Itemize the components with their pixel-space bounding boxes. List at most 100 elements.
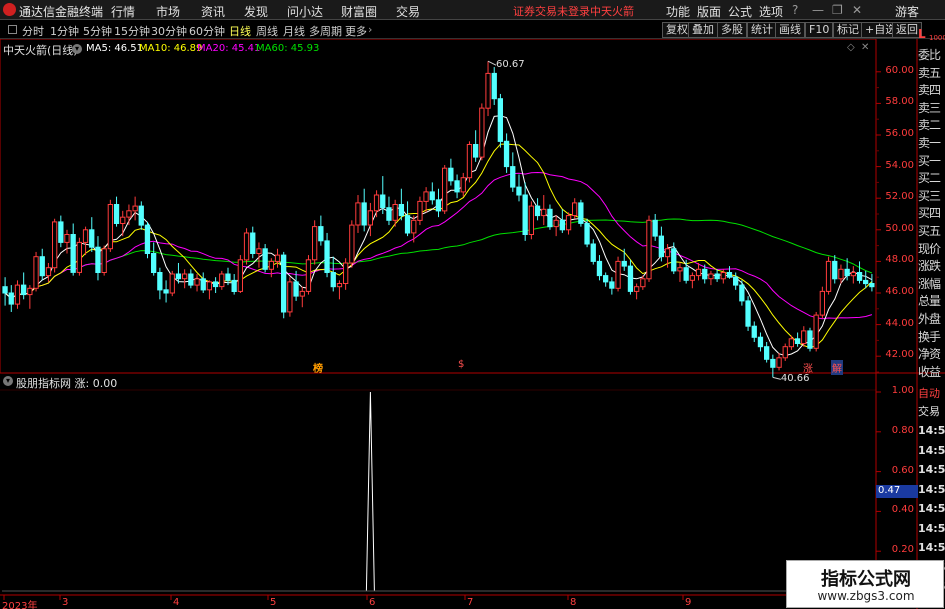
- restore-icon[interactable]: ❐: [832, 3, 843, 17]
- auto-label[interactable]: 自动: [918, 385, 945, 401]
- price-tick-label: 58.00: [885, 96, 914, 108]
- statistics-button[interactable]: 统计: [747, 22, 777, 38]
- candle-body: [250, 232, 256, 254]
- candle-body: [411, 219, 417, 234]
- candle-body: [733, 276, 739, 286]
- overlay-button[interactable]: 叠加: [688, 22, 718, 38]
- cursor-value-tag: 0.47: [876, 485, 918, 498]
- candle-body: [590, 243, 596, 262]
- candle-body: [132, 205, 138, 212]
- quote-field-label: 收益: [918, 364, 941, 379]
- candle-body: [553, 219, 559, 228]
- tab-period-5min[interactable]: 5分钟: [83, 23, 112, 39]
- menu-discover[interactable]: 发现: [244, 3, 268, 20]
- candle-body: [801, 330, 807, 344]
- trade-detail-label[interactable]: 交易: [918, 403, 945, 419]
- x-axis-month-5: 5: [270, 597, 277, 608]
- menu-options[interactable]: 选项: [759, 3, 783, 20]
- tab-period-multi[interactable]: 多周期: [309, 23, 342, 39]
- price-tick-label: 42.00: [885, 349, 914, 361]
- tab-period-daily[interactable]: 日线: [229, 23, 251, 39]
- low-price-mark: 40.66: [780, 373, 810, 385]
- ma5-line: [4, 115, 873, 357]
- candle-body: [825, 260, 832, 292]
- tab-period-intraday[interactable]: 分时: [22, 23, 44, 39]
- guest-label[interactable]: 游客: [895, 3, 919, 20]
- mark-button[interactable]: 标记: [833, 22, 863, 38]
- candle-body: [856, 272, 863, 281]
- candle-body: [89, 229, 95, 248]
- candle-body: [460, 177, 466, 193]
- x-axis-ticks: [3, 595, 684, 600]
- tab-period-60min[interactable]: 60分钟: [189, 23, 225, 39]
- help-icon[interactable]: ?: [792, 3, 798, 17]
- candle-body: [380, 194, 386, 209]
- ma20-value: MA20: 45.41: [197, 43, 261, 54]
- tab-period-15min[interactable]: 15分钟: [114, 23, 150, 39]
- menu-quotes[interactable]: 行情: [111, 3, 135, 20]
- candle-body: [225, 273, 231, 281]
- more-chevron-icon[interactable]: ›: [368, 23, 372, 36]
- candle-body: [442, 167, 448, 212]
- candle-body: [584, 223, 590, 245]
- limit-up-marker[interactable]: 涨: [803, 360, 813, 375]
- x-axis-month-8: 8: [570, 597, 577, 608]
- tab-period-weekly[interactable]: 周线: [256, 23, 278, 39]
- draw-line-button[interactable]: 画线: [775, 22, 805, 38]
- watermark-title: 指标公式网: [821, 569, 911, 590]
- quote-field-label: 现价: [918, 241, 941, 256]
- candle-body: [603, 275, 609, 283]
- candle-body: [658, 235, 665, 258]
- quote-field-label: 买三: [918, 188, 941, 203]
- period-toolbar: 分时 1分钟 5分钟 15分钟 30分钟 60分钟 日线 周线 月线 多周期 更…: [0, 21, 945, 39]
- indicator-tick-label: 0.80: [891, 424, 914, 436]
- menu-layout[interactable]: 版面: [697, 3, 721, 20]
- expand-diamond-icon[interactable]: ◇: [847, 42, 855, 53]
- panel-close-icon[interactable]: ✕: [861, 42, 869, 53]
- tab-period-1min[interactable]: 1分钟: [50, 23, 79, 39]
- title-bar: 通达信金融终端 行情 市场 资讯 发现 问小达 财富圈 交易 证券交易未登录 中…: [0, 0, 945, 20]
- menu-trade[interactable]: 交易: [396, 3, 420, 20]
- ma-settings-icon[interactable]: ▾: [72, 44, 82, 54]
- x-axis-month-4: 4: [173, 597, 180, 608]
- candle-body: [2, 286, 8, 294]
- candle-body: [33, 256, 39, 289]
- kline-chart[interactable]: [0, 0, 945, 609]
- menu-function[interactable]: 功能: [666, 3, 690, 20]
- candle-body: [863, 279, 869, 285]
- menu-market[interactable]: 市场: [156, 3, 180, 20]
- price-tick-label: 60.00: [885, 64, 914, 76]
- rank-marker[interactable]: 榜: [313, 360, 323, 375]
- f10-button[interactable]: F10: [805, 22, 834, 38]
- dollar-marker[interactable]: $: [458, 359, 464, 370]
- candle-body: [243, 232, 250, 261]
- ma5-path: [4, 115, 873, 357]
- quote-field-label: 卖四: [918, 83, 941, 98]
- candle-body: [850, 272, 857, 277]
- candle-body: [274, 254, 281, 262]
- indicator-tick-label: 1.00: [891, 385, 914, 396]
- menu-ask-xiaoda[interactable]: 问小达: [287, 3, 323, 20]
- menu-formula[interactable]: 公式: [728, 3, 752, 20]
- tab-period-more[interactable]: 更多: [345, 23, 367, 39]
- tab-period-monthly[interactable]: 月线: [283, 23, 305, 39]
- candle-body: [788, 338, 795, 348]
- candle-body: [64, 234, 70, 243]
- minimize-icon[interactable]: —: [812, 3, 824, 17]
- close-icon[interactable]: ✕: [852, 3, 862, 17]
- menu-news[interactable]: 资讯: [201, 3, 225, 20]
- price-tick-label: 50.00: [885, 222, 914, 234]
- unlock-marker[interactable]: 解: [831, 360, 843, 375]
- candle-body: [21, 284, 27, 296]
- tick-time: 14:56: [918, 521, 945, 535]
- candle-body: [794, 338, 801, 344]
- candle-body: [52, 221, 58, 269]
- indicator-settings-icon[interactable]: ▾: [3, 376, 13, 386]
- menu-wealth-circle[interactable]: 财富圈: [341, 3, 377, 20]
- trade-login-notice[interactable]: 证券交易未登录: [513, 3, 590, 19]
- tab-period-30min[interactable]: 30分钟: [151, 23, 187, 39]
- multi-stock-button[interactable]: 多股: [717, 22, 747, 38]
- grid-toggle-icon[interactable]: [8, 25, 17, 34]
- quote-field-label: 卖五: [918, 65, 941, 80]
- level2-tag[interactable]: L: [918, 27, 926, 41]
